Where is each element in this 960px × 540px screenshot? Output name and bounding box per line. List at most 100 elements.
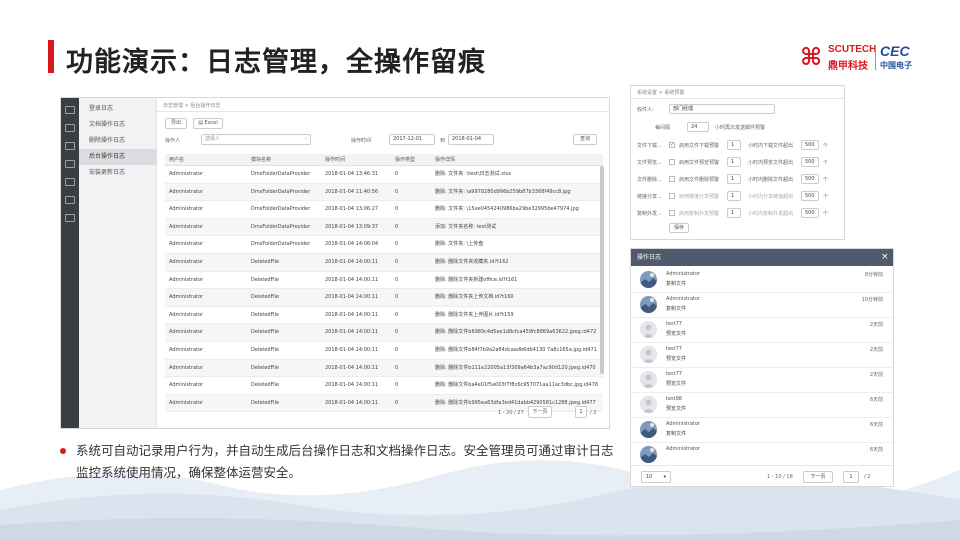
scrollbar[interactable] (600, 166, 604, 374)
receiver-input[interactable]: 部门经理 (669, 104, 775, 114)
column-header[interactable]: 模块名称 (251, 154, 271, 166)
checkbox[interactable] (669, 193, 675, 199)
column-header[interactable]: 用户名 (169, 154, 184, 166)
list-item[interactable]: test98 预览文件 6天前 (631, 391, 893, 418)
table-header: 用户名 模块名称 操作时间 操作类型 操作详情 (165, 154, 603, 166)
table-cell: Administrator (169, 382, 204, 389)
document-icon[interactable] (65, 178, 75, 186)
users-icon[interactable] (65, 142, 75, 150)
table-row[interactable]: Administrator DmsFolderDataProvider 2018-0… (165, 218, 603, 237)
user-icon (640, 346, 657, 363)
menu-item-login-log[interactable]: 登录日志 (79, 101, 157, 117)
table-row[interactable]: Administrator DmsFolderDataProvider 2018-0… (165, 236, 603, 254)
rule-count-input[interactable]: 1 (727, 191, 741, 201)
list-item[interactable]: test77 预览文件 2天前 (631, 316, 893, 343)
next-page-button[interactable]: 下一页 (528, 406, 552, 418)
rule-count-input[interactable]: 1 (727, 208, 741, 218)
menu-item-install-log[interactable]: 安装更新日志 (79, 165, 157, 181)
avatar (640, 421, 657, 438)
rule-count-input[interactable]: 1 (727, 157, 741, 167)
table-row[interactable]: Administrator DeletedFile 2018-01-04 14:00… (165, 307, 603, 325)
table-row[interactable]: Administrator DeletedFile 2018-01-04 14:00… (165, 272, 603, 290)
menu-item-doc-log[interactable]: 文档操作日志 (79, 117, 157, 133)
table-row[interactable]: Administrator DeletedFile 2018-01-04 14:00… (165, 359, 603, 378)
chevron-right-icon: › (305, 136, 307, 142)
pager-total: / 2 (864, 474, 871, 480)
table-row[interactable]: Administrator DeletedFile 2018-01-04 14:00… (165, 342, 603, 360)
date-to-input[interactable]: 2018-01-04 (448, 134, 494, 145)
avatar (640, 396, 657, 413)
rule-limit-input[interactable]: 500 (801, 140, 819, 150)
list-item[interactable]: Administrator 复制文件 8分钟前 (631, 266, 893, 293)
search-button[interactable]: 查询 (573, 134, 597, 145)
folder-icon[interactable] (65, 124, 75, 132)
table-row[interactable]: Administrator DeletedFile 2018-01-04 14:00… (165, 289, 603, 307)
share-icon[interactable] (65, 160, 75, 168)
breadcrumb: 系统设置 > 系统预警 (637, 90, 685, 96)
table-row[interactable]: Administrator DmsFolderDataProvider 2018-0… (165, 166, 603, 184)
logo-partner-en: CEC (880, 43, 910, 59)
chart-icon[interactable] (65, 196, 75, 204)
excel-button[interactable]: ▤ Excel (193, 118, 223, 129)
table-cell: Administrator (169, 258, 204, 265)
list-item[interactable]: test77 预览文件 2天前 (631, 366, 893, 393)
table-row[interactable]: Administrator DmsFolderDataProvider 2018-0… (165, 201, 603, 219)
log-time: 6天前 (869, 397, 883, 403)
operator-input[interactable]: 选择人 › (201, 134, 311, 145)
home-icon[interactable] (65, 106, 75, 114)
gear-icon[interactable] (65, 214, 75, 222)
list-item[interactable]: Administrator 复制文件 10分钟前 (631, 291, 893, 318)
column-header[interactable]: 操作类型 (395, 154, 415, 166)
save-button[interactable]: 保存 (669, 223, 689, 233)
table-row[interactable]: Administrator DeletedFile 2018-01-04 14:00… (165, 324, 603, 342)
list-item[interactable]: test77 预览文件 2天前 (631, 341, 893, 368)
rule-limit-input[interactable]: 500 (801, 157, 819, 167)
column-header[interactable]: 操作详情 (435, 154, 455, 166)
table-row[interactable]: Administrator DeletedFile 2018-01-04 14:00… (165, 377, 603, 395)
list-item[interactable]: Administrator 6天前 (631, 441, 893, 468)
bullet-dot (60, 448, 66, 454)
rule-mid-text: 小时内分享链接超出 (748, 194, 794, 200)
page-input[interactable]: 1 (843, 471, 859, 483)
menu-item-backend-log[interactable]: 后台操作日志 (79, 149, 157, 165)
log-action: 复制文件 (666, 281, 687, 287)
checkbox[interactable] (669, 159, 675, 165)
table-cell: Administrator (169, 188, 204, 195)
table-cell: 2018-01-04 14:00:11 (325, 346, 379, 353)
rule-limit-input[interactable]: 500 (801, 208, 819, 218)
cycle-input[interactable]: 24 (687, 122, 709, 132)
export-button[interactable]: 导出 (165, 118, 187, 129)
table-cell: 添加: 文件夹名称: test测试 (435, 223, 497, 230)
table-cell: DeletedFile (251, 364, 279, 371)
receiver-label: 收件人: (637, 107, 654, 113)
page-size-select[interactable]: 10 ▾ (641, 471, 671, 483)
table-cell: 0 (395, 241, 399, 248)
checkbox[interactable] (669, 210, 675, 216)
log-time: 10分钟前 (861, 297, 883, 303)
rule-label: 文件预览... (637, 160, 662, 166)
close-icon[interactable]: × (881, 249, 889, 266)
menu-item-delete-log[interactable]: 删除操作日志 (79, 133, 157, 149)
next-page-button[interactable]: 下一页 (803, 471, 833, 483)
column-header[interactable]: 操作时间 (325, 154, 345, 166)
table-row[interactable]: Administrator DeletedFile 2018-01-04 14:00… (165, 253, 603, 272)
panel-footer: 10 ▾ 1 - 10 / 18 下一页 1 / 2 (631, 465, 893, 486)
panel-header: 操作日志 × (631, 249, 893, 266)
date-from-input[interactable]: 2017-12-01 (389, 134, 435, 145)
table-cell: 0 (395, 382, 399, 389)
logo-brand-cn: 鼎甲科技 (828, 61, 868, 72)
rule-limit-input[interactable]: 500 (801, 174, 819, 184)
slide-title: 功能演示：日志管理，全操作留痕 (66, 47, 486, 78)
rule-count-input[interactable]: 1 (727, 140, 741, 150)
table-cell: 2018-01-04 14:00:11 (325, 311, 379, 318)
table-cell: 删除: 删除文件夹上传文档.id?t160 (435, 294, 514, 301)
rule-limit-input[interactable]: 500 (801, 191, 819, 201)
rule-count-input[interactable]: 1 (727, 174, 741, 184)
page-input[interactable]: 1 (575, 406, 587, 418)
checkbox-checked[interactable]: ✓ (669, 142, 675, 148)
table-cell: Administrator (169, 171, 204, 177)
table-row[interactable]: Administrator DmsFolderDataProvider 2018-0… (165, 183, 603, 202)
log-time: 2天前 (869, 372, 883, 378)
checkbox[interactable] (669, 176, 675, 182)
list-item[interactable]: Administrator 复制文件 6天前 (631, 416, 893, 443)
